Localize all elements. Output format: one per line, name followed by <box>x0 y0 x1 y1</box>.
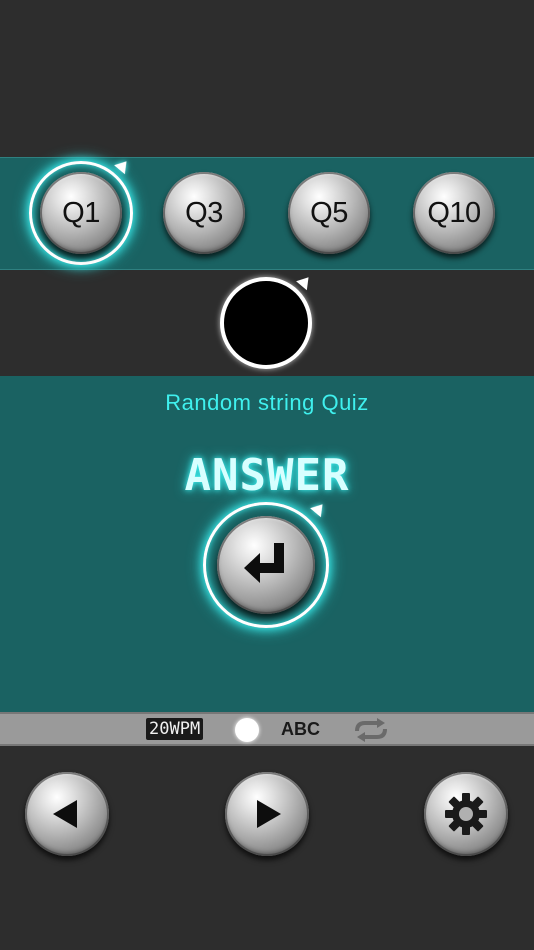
q3-label: Q3 <box>185 196 223 229</box>
previous-icon <box>53 800 77 828</box>
q10-label: Q10 <box>427 196 481 229</box>
play-icon <box>257 800 281 828</box>
signal-indicator-light <box>220 277 312 369</box>
q1-button[interactable]: Q1 <box>40 172 122 254</box>
q5-button[interactable]: Q5 <box>288 172 370 254</box>
q1-label: Q1 <box>62 196 100 229</box>
repeat-icon[interactable] <box>351 717 391 743</box>
answer-button[interactable] <box>217 516 315 614</box>
wpm-display[interactable]: 20WPM <box>146 718 204 740</box>
circle-indicator-icon <box>235 718 259 742</box>
enter-arrow-icon <box>244 543 284 583</box>
mode-label[interactable]: ABC <box>281 715 320 743</box>
play-button[interactable] <box>225 772 309 856</box>
q5-label: Q5 <box>310 196 348 229</box>
previous-button[interactable] <box>25 772 109 856</box>
status-bar <box>0 712 534 746</box>
q3-button[interactable]: Q3 <box>163 172 245 254</box>
answer-label: ANSWER <box>184 450 350 501</box>
settings-button[interactable] <box>424 772 508 856</box>
top-band <box>0 0 534 157</box>
q10-button[interactable]: Q10 <box>413 172 495 254</box>
gear-icon <box>445 793 487 835</box>
quiz-title: Random string Quiz <box>165 390 369 415</box>
